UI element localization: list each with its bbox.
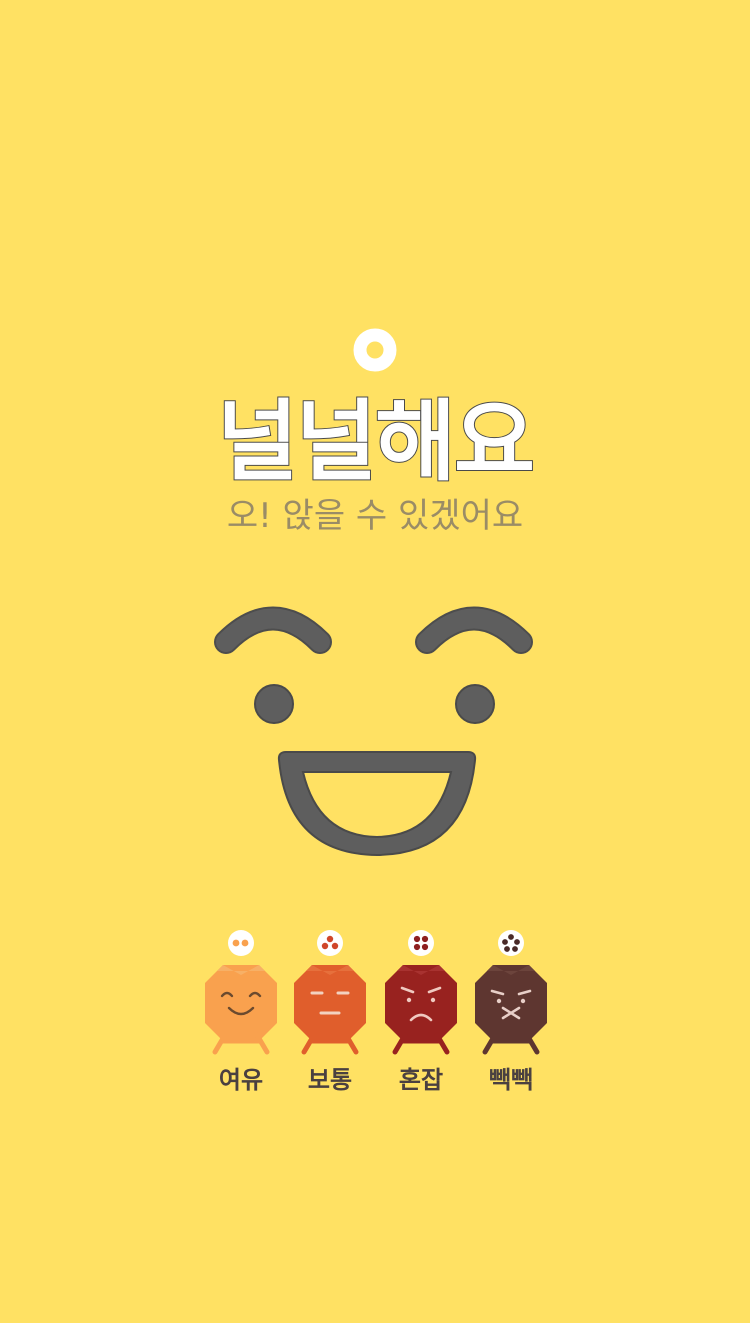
crowded-dot [514, 939, 520, 945]
frown-dot [413, 935, 421, 943]
legend-label-crowded: 혼잡 [398, 1066, 444, 1094]
neutral-body [294, 965, 366, 1041]
crowded-dot [502, 939, 508, 945]
smile-mouth [277, 751, 477, 857]
frown-eye [430, 997, 436, 1003]
neutral-dot [331, 942, 339, 950]
ring-icon [353, 328, 397, 372]
relaxed-face-icon [205, 930, 277, 1055]
legend-label-normal: 보통 [307, 1066, 353, 1094]
crowded-dot [508, 934, 514, 940]
crowded-dot [504, 946, 510, 952]
crowded-face-icon [475, 930, 547, 1055]
crowded-body [475, 965, 547, 1041]
legend-label-packed: 빽빽 [488, 1066, 534, 1094]
crowded-badge [498, 930, 524, 956]
crowded-dot [512, 946, 518, 952]
status-title: 널널해요 [216, 390, 536, 493]
neutral-badge [317, 930, 343, 956]
frown-dot [413, 943, 421, 951]
neutral-dot [321, 942, 329, 950]
status-subtitle: 오! 앉을 수 있겠어요 [226, 496, 524, 536]
right-eye [455, 684, 495, 724]
frown-eye [406, 997, 412, 1003]
relaxed-dot [232, 939, 240, 947]
relaxed-body [205, 965, 277, 1041]
big-smiley-face-icon [214, 606, 533, 857]
relaxed-badge [228, 930, 254, 956]
frown-face-icon [385, 930, 457, 1055]
status-screen: 널널해요 오! 앉을 수 있겠어요 여유 보통 혼잡 빽빽 [0, 0, 750, 1323]
crowded-eye [520, 998, 526, 1004]
crowded-eye [496, 998, 502, 1004]
frown-dot [421, 935, 429, 943]
frown-body [385, 965, 457, 1041]
relaxed-dot [241, 939, 249, 947]
neutral-face-icon [294, 930, 366, 1055]
left-eye [254, 684, 294, 724]
frown-badge [408, 930, 434, 956]
legend-label-relaxed: 여유 [218, 1066, 264, 1094]
frown-dot [421, 943, 429, 951]
neutral-dot [326, 935, 334, 943]
